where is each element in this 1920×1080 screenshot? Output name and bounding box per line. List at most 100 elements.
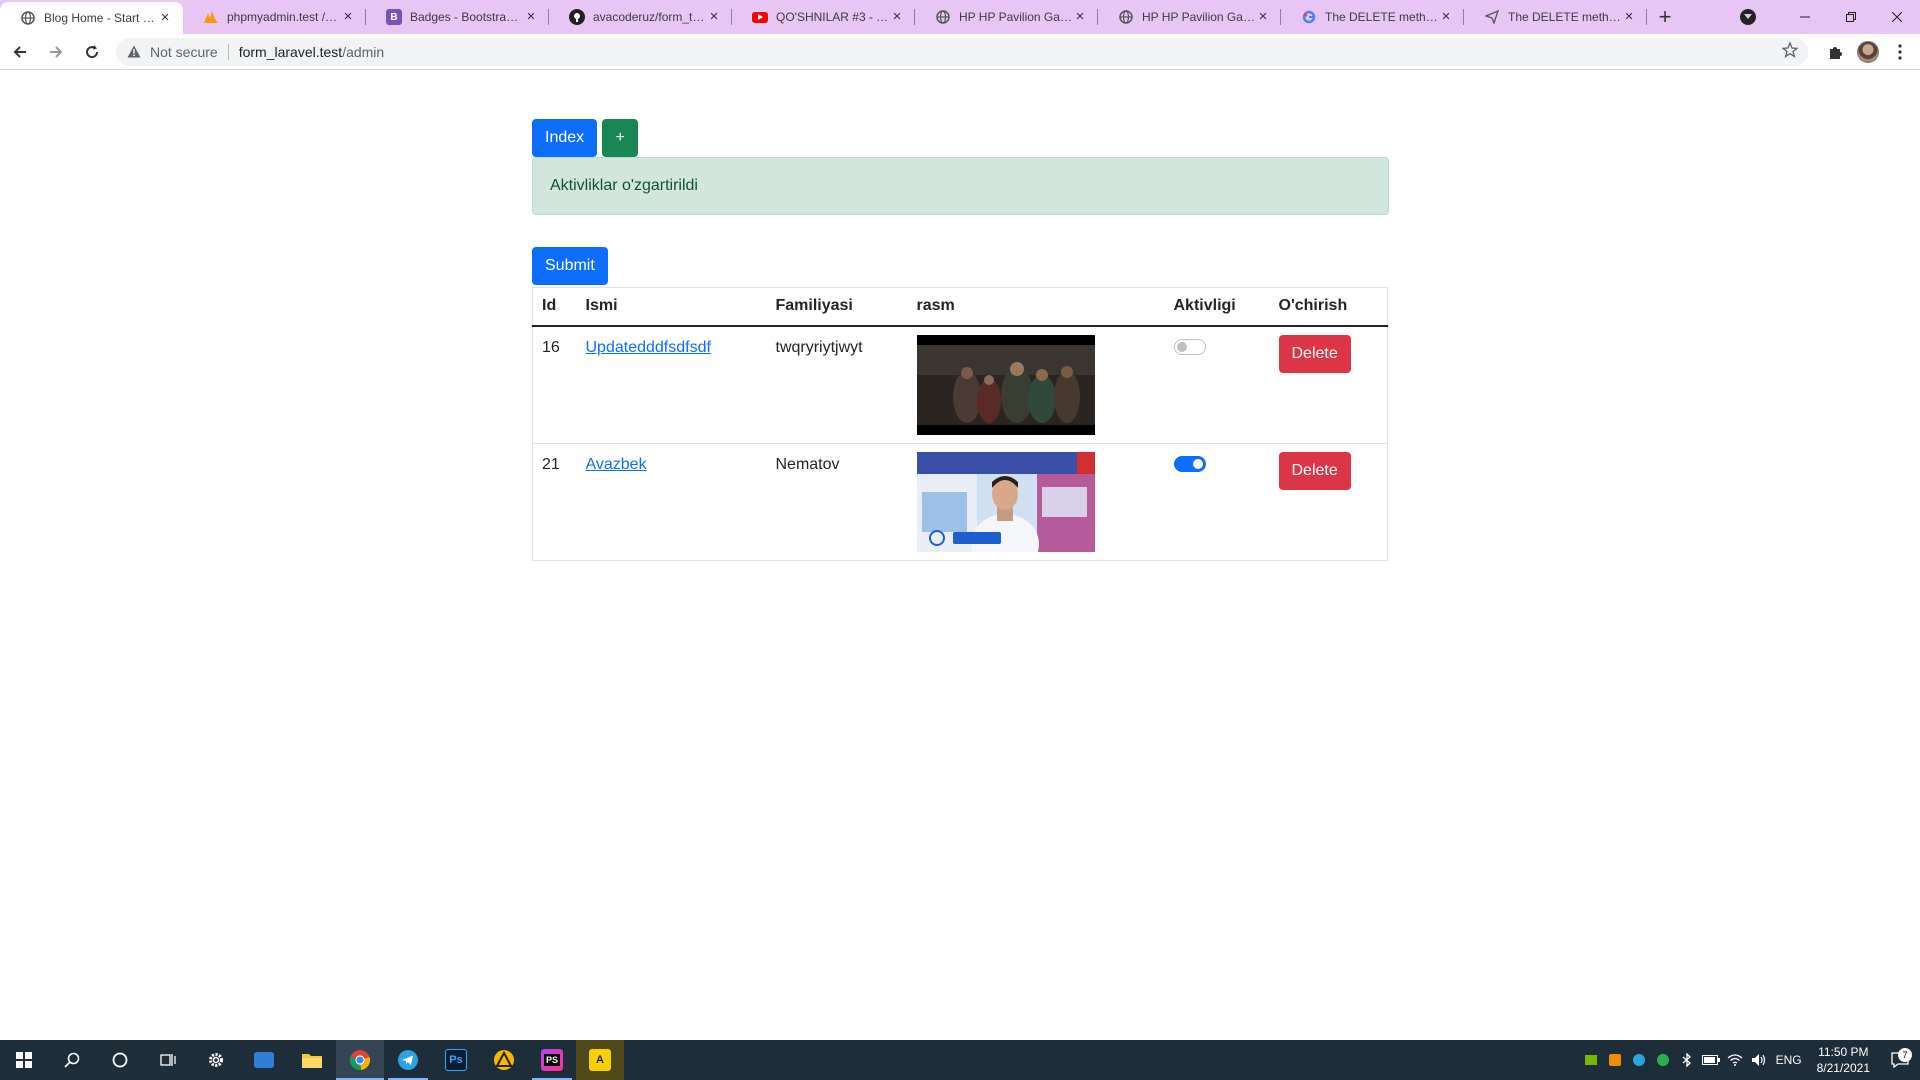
- tab-2[interactable]: phpmyadmin.test / loc ×: [183, 0, 366, 34]
- index-button[interactable]: Index: [532, 119, 598, 157]
- cell-surname: twqryriytjwyt: [766, 325, 908, 444]
- submit-wrap: Submit: [532, 247, 1389, 285]
- success-alert: Aktivliklar o'zgartirildi: [532, 157, 1389, 215]
- close-tab-icon[interactable]: ×: [340, 9, 356, 25]
- paper-plane-icon: [1484, 9, 1500, 25]
- divider: [227, 43, 229, 60]
- notification-center-button[interactable]: 7: [1880, 1048, 1920, 1068]
- row-image: [916, 451, 1095, 552]
- telegram-tray-icon[interactable]: [1627, 1054, 1651, 1066]
- name-link[interactable]: Updatedddfsdfsdf: [586, 339, 711, 356]
- table-row: 21 Avazbek Nematov Delete: [532, 443, 1388, 561]
- close-tab-icon[interactable]: ×: [706, 9, 722, 25]
- reload-button[interactable]: [76, 36, 108, 68]
- extensions-puzzle-icon[interactable]: [1820, 36, 1852, 68]
- users-table: Id Ismi Familiyasi rasm Aktivligi O'chir…: [532, 287, 1388, 561]
- bootstrap-icon: B: [386, 9, 402, 25]
- table-row: 16 Updatedddfsdfsdf twqryriytjwyt Delete: [532, 325, 1388, 444]
- submit-button[interactable]: Submit: [532, 247, 608, 285]
- battery-icon[interactable]: [1699, 1055, 1723, 1065]
- close-tab-icon[interactable]: ×: [157, 10, 173, 26]
- system-clock[interactable]: 11:50 PM 8/21/2021: [1817, 1044, 1870, 1076]
- back-button[interactable]: [4, 36, 36, 68]
- forward-button[interactable]: [40, 36, 72, 68]
- tab-5[interactable]: QO'SHNILAR #3 - You ×: [732, 0, 915, 34]
- tab-1[interactable]: Blog Home - Start Boo ×: [0, 2, 183, 34]
- folder-icon: [302, 1054, 322, 1068]
- green-app-tray-icon[interactable]: [1651, 1054, 1675, 1066]
- address-bar[interactable]: Not secure form_laravel.test/admin: [116, 37, 1808, 66]
- tab-title: Badges - Bootstrap v5.: [410, 10, 523, 24]
- taskbar: Ps PS A ENG 11:50 PM 8/21/2021 7: [0, 1040, 1920, 1080]
- yellow-app-icon: A: [589, 1049, 611, 1071]
- taskbar-file-explorer[interactable]: [288, 1040, 336, 1080]
- column-header-rasm: rasm: [907, 287, 1165, 327]
- phpmyadmin-icon: [203, 9, 219, 25]
- column-header-ochirish: O'chirish: [1269, 287, 1388, 327]
- tab-search-icon[interactable]: [1740, 9, 1756, 25]
- menu-kebab-icon[interactable]: [1884, 36, 1916, 68]
- close-window-button[interactable]: [1874, 0, 1920, 34]
- tab-6[interactable]: HP HP Pavilion Gamin ×: [915, 0, 1098, 34]
- column-header-ismi: Ismi: [576, 287, 767, 327]
- arrow-left-icon: [13, 45, 26, 58]
- task-view-button[interactable]: [144, 1040, 192, 1080]
- url-host: form_laravel.test: [238, 43, 343, 60]
- taskbar-chrome[interactable]: [336, 1040, 384, 1080]
- active-toggle[interactable]: [1173, 455, 1206, 472]
- cell-id: 16: [532, 325, 577, 444]
- bookmark-star-icon[interactable]: [1781, 41, 1799, 61]
- language-indicator[interactable]: ENG: [1771, 1053, 1807, 1067]
- taskbar-news[interactable]: [240, 1040, 288, 1080]
- add-button[interactable]: +: [602, 119, 639, 157]
- search-button[interactable]: [48, 1040, 96, 1080]
- cell-name: Avazbek: [576, 443, 767, 561]
- github-icon: [569, 9, 585, 25]
- tab-8[interactable]: The DELETE method is ×: [1281, 0, 1464, 34]
- taskbar-photoshop[interactable]: Ps: [432, 1040, 480, 1080]
- cell-id: 21: [532, 443, 577, 561]
- volume-icon[interactable]: [1747, 1053, 1771, 1067]
- tab-title: The DELETE method is: [1508, 10, 1621, 24]
- active-toggle[interactable]: [1173, 338, 1206, 355]
- close-tab-icon[interactable]: ×: [889, 9, 905, 25]
- cell-surname: Nematov: [766, 443, 908, 561]
- name-link[interactable]: Avazbek: [586, 456, 647, 473]
- tab-title: HP HP Pavilion Gamin: [1142, 10, 1255, 24]
- taskbar-telegram[interactable]: [384, 1040, 432, 1080]
- taskbar-app-yellow[interactable]: A: [576, 1040, 624, 1080]
- taskbar-phpstorm[interactable]: PS: [528, 1040, 576, 1080]
- restore-button[interactable]: [1828, 0, 1874, 34]
- taskbar-app-triangle[interactable]: [480, 1040, 528, 1080]
- news-icon: [254, 1052, 274, 1068]
- new-tab-button[interactable]: +: [1647, 0, 1683, 34]
- cell-active: [1164, 443, 1270, 561]
- close-tab-icon[interactable]: ×: [1438, 9, 1454, 25]
- bluetooth-icon[interactable]: [1675, 1053, 1699, 1067]
- top-button-group: Index +: [532, 119, 1389, 157]
- page-content: Index + Aktivliklar o'zgartirildi Submit …: [532, 119, 1389, 561]
- close-tab-icon[interactable]: ×: [1072, 9, 1088, 25]
- start-button[interactable]: [0, 1040, 48, 1080]
- delete-button[interactable]: Delete: [1278, 334, 1351, 373]
- tab-3[interactable]: B Badges - Bootstrap v5. ×: [366, 0, 549, 34]
- close-tab-icon[interactable]: ×: [1255, 9, 1271, 25]
- tab-9[interactable]: The DELETE method is ×: [1464, 0, 1647, 34]
- delete-button[interactable]: Delete: [1278, 451, 1351, 490]
- row-image: [916, 334, 1095, 435]
- orange-app-tray-icon[interactable]: [1603, 1054, 1627, 1066]
- tab-4[interactable]: avacoderuz/form_test ×: [549, 0, 732, 34]
- cell-delete: Delete: [1269, 443, 1388, 561]
- reload-icon: [86, 44, 99, 58]
- minimize-button[interactable]: [1782, 0, 1828, 34]
- profile-avatar[interactable]: [1852, 36, 1884, 68]
- nvidia-icon[interactable]: [1579, 1055, 1603, 1065]
- cortana-button[interactable]: [96, 1040, 144, 1080]
- close-tab-icon[interactable]: ×: [523, 9, 539, 25]
- tab-7[interactable]: HP HP Pavilion Gamin ×: [1098, 0, 1281, 34]
- phpstorm-icon: PS: [541, 1049, 563, 1071]
- taskbar-settings[interactable]: [192, 1040, 240, 1080]
- wifi-icon[interactable]: [1723, 1054, 1747, 1066]
- cell-name: Updatedddfsdfsdf: [576, 325, 767, 444]
- close-tab-icon[interactable]: ×: [1621, 9, 1637, 25]
